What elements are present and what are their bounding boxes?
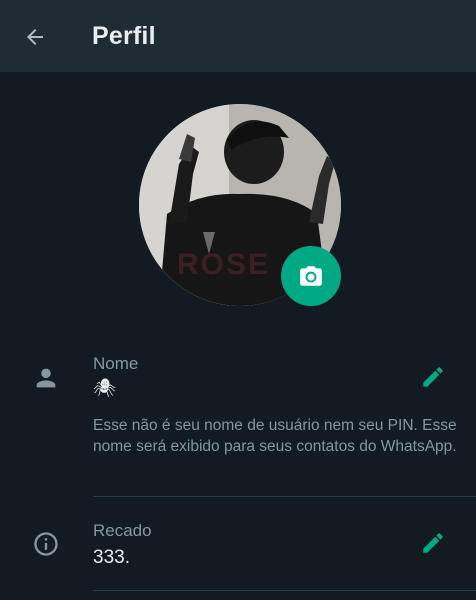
arrow-left-icon bbox=[27, 29, 43, 45]
name-row[interactable]: Nome 🕷 Esse não é seu nome de usuário ne… bbox=[0, 340, 476, 500]
info-icon-wrap bbox=[30, 528, 62, 560]
info-icon bbox=[34, 532, 58, 556]
person-icon bbox=[36, 368, 56, 388]
pencil-icon bbox=[423, 367, 443, 387]
name-label: Nome bbox=[93, 354, 139, 373]
about-value: 333. bbox=[93, 547, 130, 568]
back-button[interactable] bbox=[18, 20, 52, 54]
name-value: 🕷 bbox=[93, 378, 116, 398]
change-photo-button[interactable] bbox=[281, 246, 341, 306]
divider bbox=[93, 590, 476, 591]
app-bar: Perfil bbox=[0, 0, 476, 72]
avatar-container: ROSE bbox=[139, 104, 341, 306]
person-icon-wrap bbox=[30, 362, 62, 394]
name-help-text: Esse não é seu nome de usuário nem seu P… bbox=[93, 417, 457, 455]
edit-about-button[interactable] bbox=[418, 528, 448, 558]
pencil-icon bbox=[423, 533, 443, 553]
about-label: Recado bbox=[93, 521, 152, 540]
svg-text:ROSE: ROSE bbox=[177, 248, 270, 281]
page-title: Perfil bbox=[92, 22, 156, 50]
camera-icon bbox=[300, 266, 322, 286]
about-row[interactable]: Recado 333. bbox=[0, 508, 476, 588]
divider bbox=[93, 496, 476, 497]
edit-name-button[interactable] bbox=[418, 362, 448, 392]
